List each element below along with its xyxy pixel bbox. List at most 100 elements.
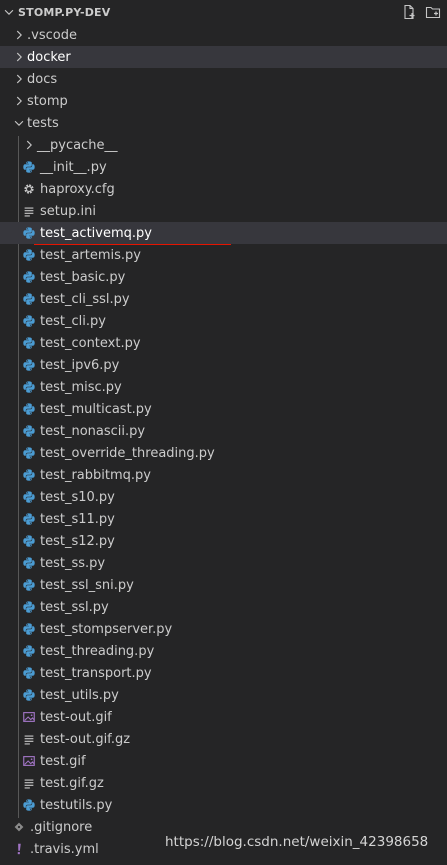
file-test-stompserver[interactable]: test_stompserver.py [0,618,447,640]
file-test-ssl-sni[interactable]: test_ssl_sni.py [0,574,447,596]
file-test-gif[interactable]: test.gif [0,750,447,772]
python-file-icon [21,643,37,659]
git-icon [11,819,27,835]
file-label: test_basic.py [40,269,126,285]
file-label: test_activemq.py [40,225,152,241]
folder-vscode[interactable]: .vscode [0,24,447,46]
file-label: setup.ini [40,203,96,219]
folder-label: docs [27,71,58,87]
chevron-right-icon [21,137,37,153]
python-file-icon [21,555,37,571]
file-test-s12[interactable]: test_s12.py [0,530,447,552]
file-test-override-threading[interactable]: test_override_threading.py [0,442,447,464]
python-file-icon [21,599,37,615]
file-test-basic[interactable]: test_basic.py [0,266,447,288]
file-testutils[interactable]: testutils.py [0,794,447,816]
file-label: test.gif.gz [40,775,104,791]
file-label: test-out.gif [40,709,112,725]
file-label: testutils.py [40,797,113,813]
python-file-icon [21,445,37,461]
file-label: __init__.py [40,159,107,175]
file-label: test.gif [40,753,86,769]
new-folder-icon[interactable] [425,4,441,20]
file-label: test_context.py [40,335,141,351]
text-file-icon [21,775,37,791]
python-file-icon [21,269,37,285]
file-label: test_ssl_sni.py [40,577,134,593]
file-tree: .vscode docker docs stomp tests __pycach… [0,24,447,860]
folder-label: tests [27,115,59,131]
file-test-cli[interactable]: test_cli.py [0,310,447,332]
python-file-icon [21,379,37,395]
folder-stomp[interactable]: stomp [0,90,447,112]
chevron-down-icon[interactable] [1,4,17,20]
python-file-icon [21,247,37,263]
explorer-header[interactable]: STOMP.PY-DEV [0,0,447,24]
file-test-misc[interactable]: test_misc.py [0,376,447,398]
python-file-icon [21,225,37,241]
python-file-icon [21,357,37,373]
file-test-cli-ssl[interactable]: test_cli_ssl.py [0,288,447,310]
python-file-icon [21,489,37,505]
file-label: test_cli_ssl.py [40,291,130,307]
image-file-icon [21,709,37,725]
python-file-icon [21,401,37,417]
folder-label: stomp [27,93,68,109]
project-title: STOMP.PY-DEV [18,5,111,19]
file-test-utils[interactable]: test_utils.py [0,684,447,706]
image-file-icon [21,753,37,769]
file-init-py[interactable]: __init__.py [0,156,447,178]
chevron-right-icon [11,27,27,43]
folder-docs[interactable]: docs [0,68,447,90]
file-test-ipv6[interactable]: test_ipv6.py [0,354,447,376]
folder-pycache[interactable]: __pycache__ [0,134,447,156]
file-label: test_s11.py [40,511,115,527]
new-file-icon[interactable] [401,4,417,20]
file-test-ssl[interactable]: test_ssl.py [0,596,447,618]
file-test-out-gif-gz[interactable]: test-out.gif.gz [0,728,447,750]
file-haproxy-cfg[interactable]: haproxy.cfg [0,178,447,200]
file-label: test_stompserver.py [40,621,173,637]
file-setup-ini[interactable]: setup.ini [0,200,447,222]
file-test-threading[interactable]: test_threading.py [0,640,447,662]
file-label: test_ipv6.py [40,357,120,373]
file-test-s11[interactable]: test_s11.py [0,508,447,530]
file-test-artemis[interactable]: test_artemis.py [0,244,447,266]
file-label: .travis.yml [30,841,99,857]
file-test-s10[interactable]: test_s10.py [0,486,447,508]
watermark-text: https://blog.csdn.net/weixin_42398658 [165,834,429,850]
file-label: test_misc.py [40,379,122,395]
file-test-transport[interactable]: test_transport.py [0,662,447,684]
python-file-icon [21,291,37,307]
file-test-gif-gz[interactable]: test.gif.gz [0,772,447,794]
file-label: test_utils.py [40,687,119,703]
python-file-icon [21,423,37,439]
folder-tests[interactable]: tests [0,112,447,134]
python-file-icon [21,159,37,175]
file-test-rabbitmq[interactable]: test_rabbitmq.py [0,464,447,486]
file-test-context[interactable]: test_context.py [0,332,447,354]
python-file-icon [21,533,37,549]
folder-docker[interactable]: docker [0,46,447,68]
file-test-ss[interactable]: test_ss.py [0,552,447,574]
python-file-icon [21,335,37,351]
folder-label: .vscode [27,27,77,43]
file-label: test_s12.py [40,533,115,549]
file-label: test_rabbitmq.py [40,467,151,483]
file-test-activemq[interactable]: test_activemq.py [0,222,447,244]
file-label: test_ssl.py [40,599,109,615]
file-label: test_multicast.py [40,401,152,417]
python-file-icon [21,313,37,329]
python-file-icon [21,687,37,703]
file-label: test_artemis.py [40,247,141,263]
file-label: .gitignore [30,819,93,835]
folder-label: __pycache__ [37,137,118,153]
file-label: test_cli.py [40,313,106,329]
python-file-icon [21,577,37,593]
file-test-nonascii[interactable]: test_nonascii.py [0,420,447,442]
file-test-multicast[interactable]: test_multicast.py [0,398,447,420]
file-test-out-gif[interactable]: test-out.gif [0,706,447,728]
python-file-icon [21,511,37,527]
file-label: haproxy.cfg [40,181,115,197]
file-label: test_s10.py [40,489,115,505]
